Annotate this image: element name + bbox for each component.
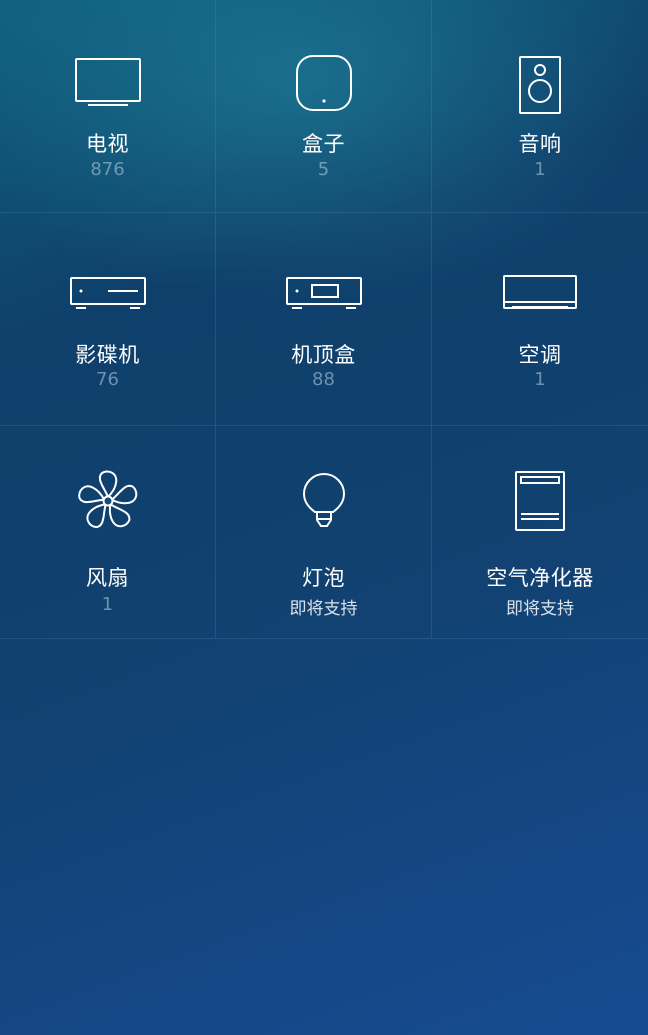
device-label: 盒子	[302, 132, 345, 156]
device-tile-air-conditioner[interactable]: 空调 1	[432, 213, 648, 426]
speaker-icon	[500, 54, 580, 118]
device-tile-box[interactable]: 盒子 5	[216, 0, 432, 213]
device-count: 5	[317, 159, 330, 180]
device-count: 876	[90, 159, 125, 180]
device-status: 即将支持	[506, 599, 574, 619]
device-grid: 电视 876 盒子 5 音响 1 影碟机 76 机顶盒 88 空调 1 风扇 1…	[0, 0, 648, 639]
device-label: 空调	[518, 343, 562, 367]
box-icon	[284, 54, 364, 118]
device-label: 影碟机	[75, 343, 140, 367]
device-label: 灯泡	[302, 566, 345, 590]
device-count: 1	[534, 159, 546, 180]
device-tile-tv[interactable]: 电视 876	[0, 0, 216, 213]
set-top-box-icon	[284, 267, 364, 331]
device-label: 音响	[518, 132, 562, 156]
device-tile-air-purifier[interactable]: 空气净化器 即将支持	[432, 426, 648, 639]
dvd-player-icon	[68, 267, 148, 331]
device-tile-dvd-player[interactable]: 影碟机 76	[0, 213, 216, 426]
device-status: 即将支持	[289, 599, 358, 619]
device-label: 电视	[86, 132, 129, 156]
fan-icon	[68, 470, 148, 534]
device-tile-speaker[interactable]: 音响 1	[432, 0, 648, 213]
device-tile-fan[interactable]: 风扇 1	[0, 426, 216, 639]
device-tile-light-bulb[interactable]: 灯泡 即将支持	[216, 426, 432, 639]
device-count: 1	[101, 594, 114, 615]
device-tile-set-top-box[interactable]: 机顶盒 88	[216, 213, 432, 426]
device-count: 76	[96, 369, 119, 390]
light-bulb-icon	[284, 470, 364, 534]
air-conditioner-icon	[500, 267, 580, 331]
device-count: 88	[312, 369, 335, 390]
device-count: 1	[534, 369, 546, 390]
device-label: 空气净化器	[486, 566, 594, 590]
device-label: 风扇	[86, 566, 129, 590]
tv-icon	[68, 54, 148, 118]
air-purifier-icon	[500, 470, 580, 534]
device-label: 机顶盒	[291, 343, 356, 367]
